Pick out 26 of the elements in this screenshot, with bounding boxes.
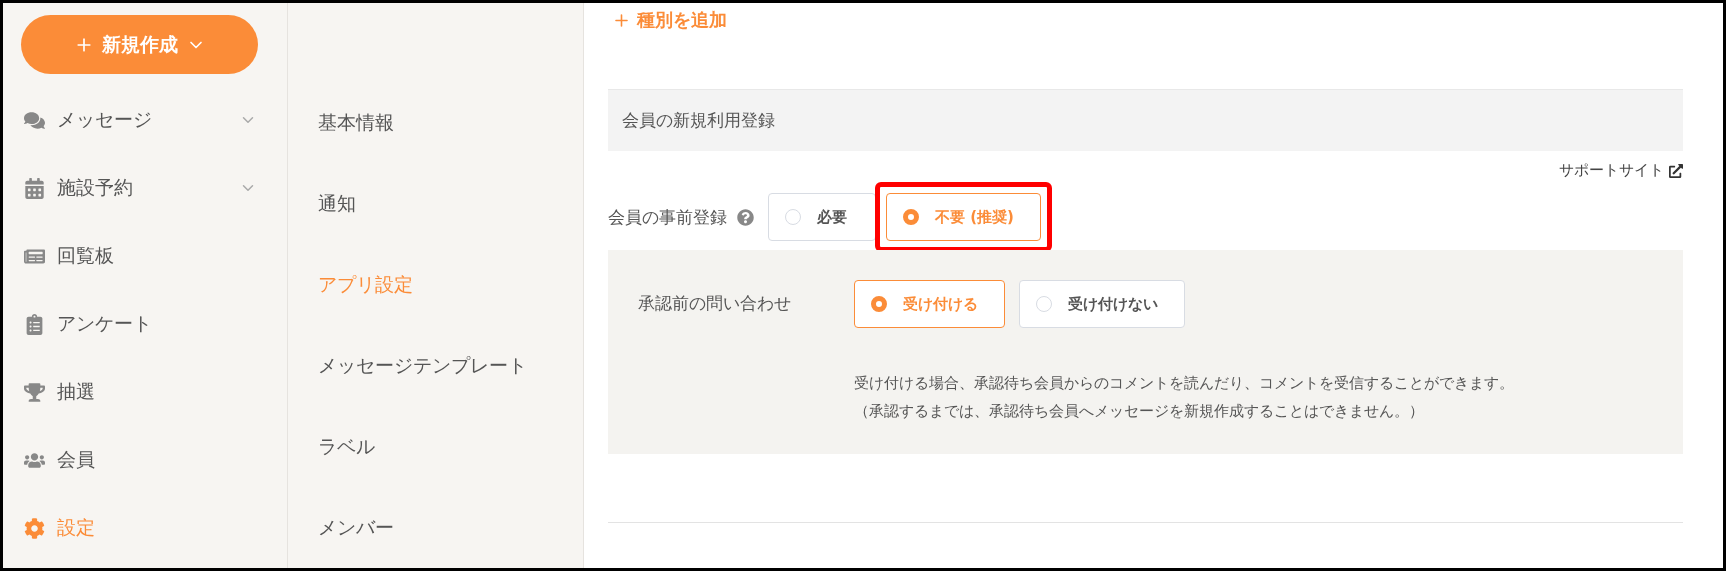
settings-nav-item[interactable]: メンバー <box>318 487 583 568</box>
settings-nav-item[interactable]: 通知 <box>318 163 583 245</box>
section-title: 会員の新規利用登録 <box>608 89 1683 151</box>
settings-nav-item[interactable]: 基本情報 <box>318 83 583 164</box>
external-link-icon <box>1669 163 1683 178</box>
radio-option[interactable]: 受け付けない <box>1019 280 1185 328</box>
sidebar-item[interactable]: 会員 <box>57 447 257 473</box>
sidebar-item[interactable]: 抽選 <box>57 379 257 405</box>
settings-nav-item[interactable]: メッセージテンプレート <box>318 325 583 407</box>
settings-nav-item[interactable]: ラベル <box>318 406 583 488</box>
radio-option[interactable]: 必要 <box>768 193 876 241</box>
chat-bubbles-icon <box>21 109 47 131</box>
help-icon[interactable] <box>737 208 754 226</box>
radio-icon <box>1036 296 1052 312</box>
radio-icon <box>871 296 887 312</box>
description-text: 受け付ける場合、承認待ち会員からのコメントを読んだり、コメントを受信することができます。 （承認するまでは、承認待ち会員へメッセージを新規作成することはできません。） <box>854 373 1515 422</box>
trophy-icon <box>21 381 47 403</box>
sidebar-item[interactable]: 施設予約 <box>57 175 229 201</box>
radio-icon <box>785 209 801 225</box>
sidebar-item[interactable]: メッセージ <box>57 107 229 133</box>
field-label: 会員の事前登録 <box>608 205 727 229</box>
support-site-link[interactable]: サポートサイト <box>1559 161 1683 180</box>
field-label: 承認前の問い合わせ <box>638 292 792 315</box>
sidebar-item[interactable]: 回覧板 <box>57 243 257 269</box>
radio-icon <box>903 209 919 225</box>
sidebar-item[interactable]: アンケート <box>57 311 257 337</box>
